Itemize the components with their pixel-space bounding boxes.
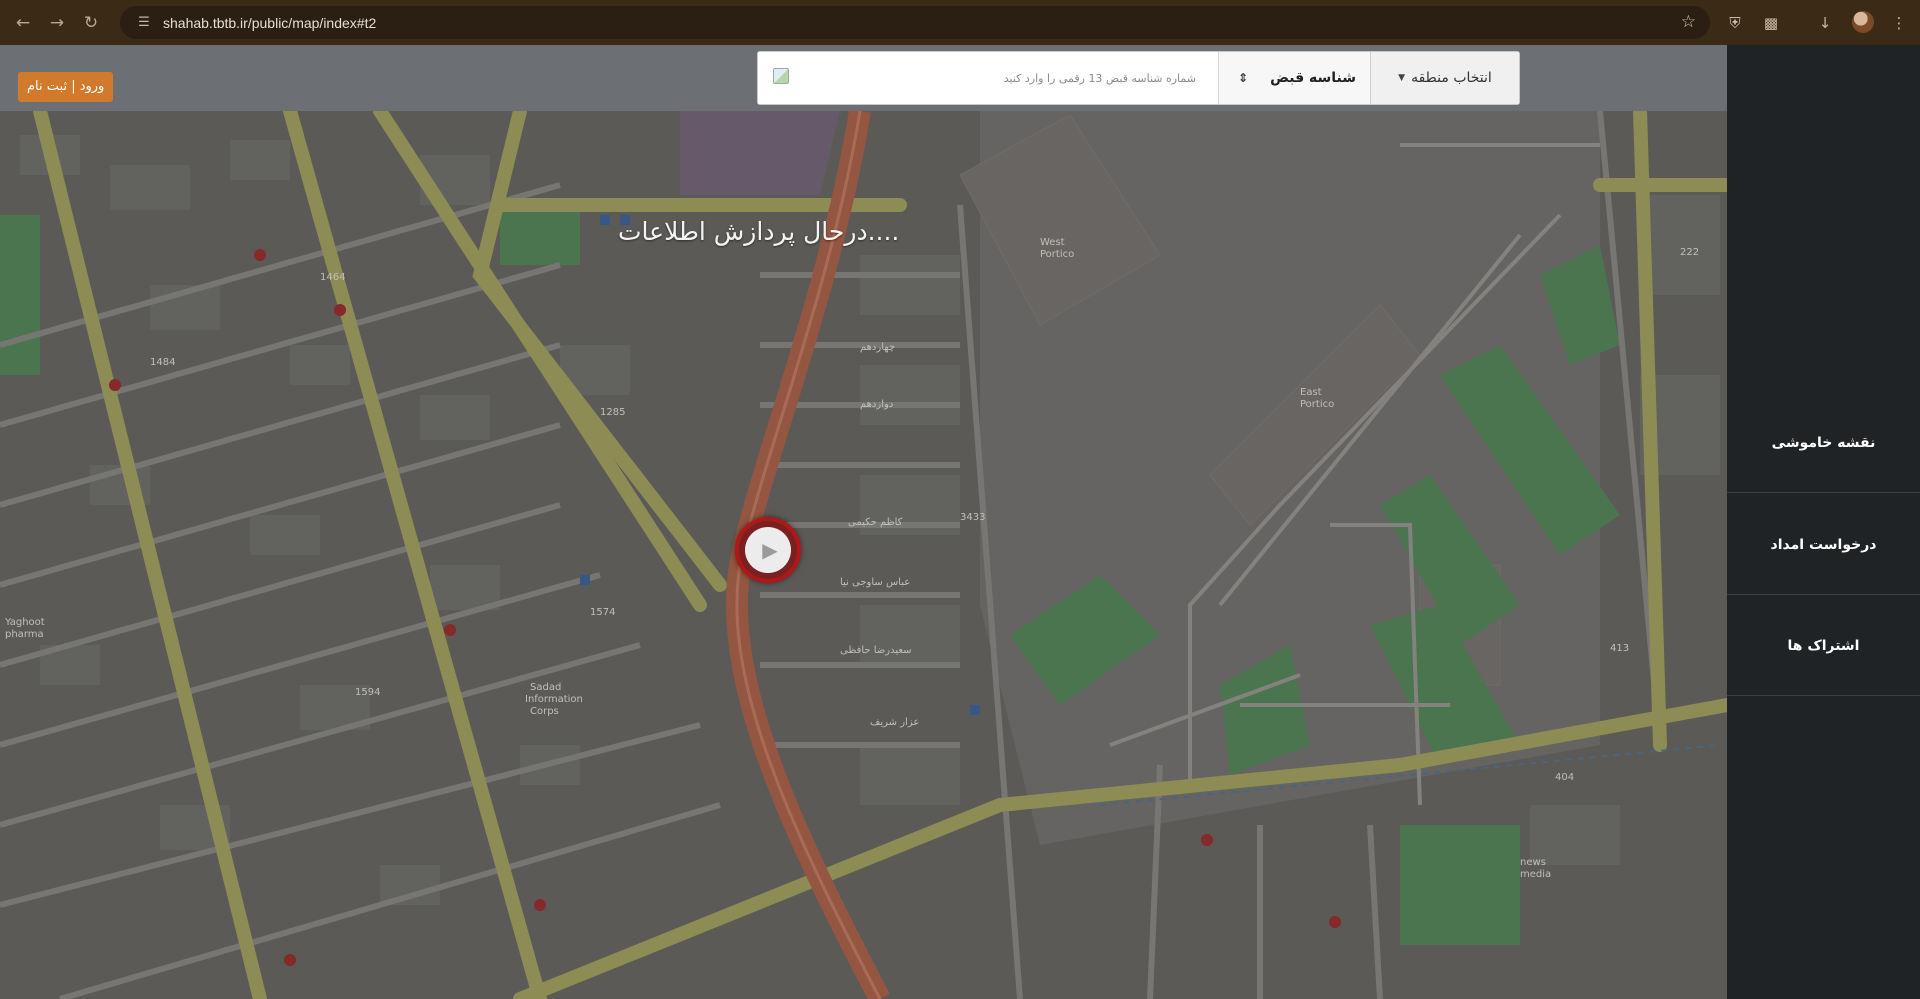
reload-icon[interactable]: ↻ [74, 6, 108, 40]
sidebar-item-outage-map[interactable]: نقشه خاموشی [1727, 393, 1920, 493]
back-icon[interactable]: ← [6, 6, 40, 40]
download-icon[interactable]: ↓ [1812, 10, 1838, 36]
address-bar[interactable]: ☰ shahab.tbtb.ir/public/map/index#t2 ☆ [120, 6, 1710, 39]
broken-image-icon[interactable] [773, 68, 789, 84]
caret-down-icon: ▼ [1398, 73, 1406, 83]
page: چهاردهم دوازدهم کاظم حکیمی عباس ساوجی نیا … [0, 45, 1920, 999]
browser-toolbar: ← → ↻ ☰ shahab.tbtb.ir/public/map/index#… [0, 0, 1920, 45]
search-bar: ▼ انتخاب منطقه ⇕ شناسه قبض [757, 51, 1520, 105]
extensions-icon[interactable]: ▩ [1758, 10, 1784, 36]
region-select-button[interactable]: ▼ انتخاب منطقه [1370, 52, 1519, 104]
sidebar: نقشه خاموشی درخواست امداد اشتراک ها [1727, 45, 1920, 999]
id-type-label: شناسه قبض [1270, 70, 1356, 86]
shield-icon[interactable]: ⛨ [1722, 10, 1748, 36]
sidebar-item-help-request[interactable]: درخواست امداد [1727, 495, 1920, 595]
bill-id-input[interactable] [758, 52, 1218, 104]
site-info-icon[interactable]: ☰ [129, 15, 159, 30]
sort-arrows-icon: ⇕ [1238, 71, 1249, 85]
star-icon[interactable]: ☆ [1681, 12, 1696, 32]
profile-avatar[interactable] [1852, 11, 1874, 33]
map-dim-overlay [0, 45, 1727, 999]
processing-status: درحال پردازش اطلاعات.... [618, 217, 900, 246]
menu-icon[interactable]: ⋮ [1886, 10, 1912, 36]
region-select-label: انتخاب منطقه [1411, 70, 1492, 86]
forward-icon[interactable]: → [40, 6, 74, 40]
location-marker[interactable]: ▶ [735, 517, 801, 583]
play-icon: ▶ [745, 527, 791, 573]
sidebar-item-subscriptions[interactable]: اشتراک ها [1727, 596, 1920, 696]
map[interactable]: چهاردهم دوازدهم کاظم حکیمی عباس ساوجی نیا … [0, 45, 1727, 999]
login-register-button[interactable]: ورود | ثبت نام [18, 72, 114, 102]
url-text[interactable]: shahab.tbtb.ir/public/map/index#t2 [163, 15, 376, 31]
id-type-select[interactable]: ⇕ شناسه قبض [1218, 52, 1370, 104]
